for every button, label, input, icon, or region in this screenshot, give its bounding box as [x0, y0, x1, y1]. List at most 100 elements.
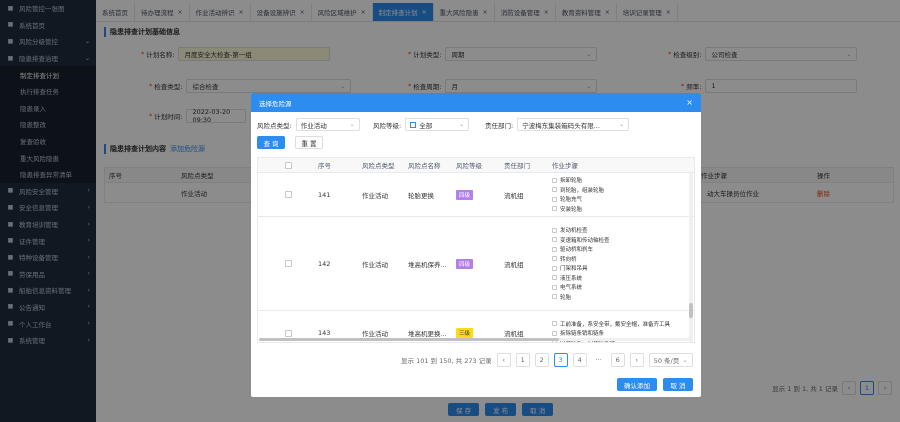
checkbox[interactable] — [552, 275, 557, 281]
page-size-select[interactable]: 50 条/页 ⌄ — [648, 353, 693, 367]
confirm-add-button[interactable]: 确认添加 — [617, 378, 657, 391]
table-row[interactable]: 142 作业活动 堆高机保养... 四级 流机组 发动机检查 变速箱和传动轴检查 驱动桥和刹车… — [258, 217, 694, 311]
step-item[interactable]: 变速箱和传动轴检查 — [552, 235, 694, 245]
page-button[interactable]: 1 — [515, 353, 530, 367]
checkbox[interactable] — [284, 161, 292, 169]
checkbox[interactable] — [552, 330, 557, 336]
filter-type: 风险点类型: 作业活动 ⌄ — [257, 118, 360, 131]
scroll-thumb[interactable] — [259, 338, 559, 341]
row-checkbox[interactable] — [258, 260, 318, 267]
cell-type: 作业活动 — [362, 330, 388, 338]
checkbox[interactable] — [552, 187, 557, 193]
cell-name: 轮胎更换 — [408, 191, 434, 200]
cell-steps: 发动机检查 变速箱和传动轴检查 驱动桥和刹车 转向桥门架和吊具液压系统电气系统 轮胎 — [552, 226, 694, 302]
row-checkbox[interactable] — [258, 191, 318, 198]
page-size-value: 50 条/页 — [653, 357, 680, 365]
checkbox[interactable] — [284, 329, 292, 337]
scroll-thumb[interactable] — [689, 303, 693, 318]
checkbox[interactable] — [284, 260, 292, 267]
col-header-steps: 作业步骤 — [552, 162, 578, 170]
checkbox[interactable] — [552, 177, 557, 183]
cell-level: 三级 — [456, 328, 504, 338]
page-button[interactable]: 3 — [553, 353, 568, 367]
level-badge: 四级 — [456, 189, 474, 200]
modal-pager: 显示 101 到 150, 共 273 记录 ‹ 1 2 3 4 ··· 6 › 50 条… — [401, 353, 693, 367]
hazard-table: 序号 风险点类型 风险点名称 风险等级 责任部门 作业步骤 141 作业活动 轮胎更… — [257, 157, 695, 343]
checkbox[interactable] — [284, 191, 292, 198]
step-label: 拆除链条销和链条 — [560, 331, 605, 337]
chevron-down-icon: ⌄ — [459, 121, 465, 128]
step-item[interactable]: 工前准备，系安全带，戴安全帽，准备齐工具 — [552, 319, 694, 329]
step-item[interactable]: 到轮胎，组装轮胎 — [552, 185, 694, 195]
chevron-down-icon: ⌄ — [619, 121, 625, 128]
page-button[interactable]: ··· — [591, 353, 606, 367]
cell-steps: 拆卸轮胎 到轮胎，组装轮胎 轮胎充气 安装轮胎 — [552, 176, 694, 214]
select-all-checkbox[interactable] — [258, 161, 318, 169]
step-label: 液压系统 — [560, 275, 583, 282]
cell-dept: 流机组 — [504, 260, 524, 269]
table-row[interactable]: 141 作业活动 轮胎更换 四级 流机组 拆卸轮胎 到轮胎，组装轮胎 轮胎充气 安装轮胎 — [258, 173, 694, 217]
col-header-no: 序号 — [318, 162, 331, 170]
step-label: 拆卸轮胎 — [560, 178, 583, 185]
filter-dept-select[interactable]: 宁波梅东集装箱码头有限... ⌄ — [517, 118, 630, 131]
checkbox[interactable] — [552, 246, 557, 252]
step-label: 发动机检查 — [560, 228, 588, 235]
checkbox[interactable] — [552, 256, 557, 262]
prev-page-button[interactable]: ‹ — [496, 353, 511, 367]
filter-dept-label: 责任部门: — [485, 121, 514, 130]
filter-type-value: 作业活动 — [300, 121, 327, 130]
chevron-down-icon: ⌄ — [349, 121, 355, 128]
checkbox[interactable] — [552, 196, 557, 202]
step-label: 门架和吊具 — [560, 266, 588, 273]
step-item[interactable]: 电气系统 — [552, 283, 694, 293]
cell-dept: 流机组 — [504, 330, 524, 338]
checkbox[interactable] — [552, 237, 557, 243]
cell-type: 作业活动 — [362, 191, 388, 200]
row-checkbox[interactable] — [258, 329, 318, 337]
checkbox[interactable] — [552, 321, 557, 326]
page-button[interactable]: 4 — [572, 353, 587, 367]
filter-type-select[interactable]: 作业活动 ⌄ — [295, 118, 360, 131]
checkbox[interactable] — [552, 294, 557, 300]
filter-level-value: 全部 — [419, 121, 433, 130]
page-button[interactable]: 6 — [610, 353, 625, 367]
hazard-table-header: 序号 风险点类型 风险点名称 风险等级 责任部门 作业步骤 — [258, 158, 694, 173]
hazard-table-body: 141 作业活动 轮胎更换 四级 流机组 拆卸轮胎 到轮胎，组装轮胎 轮胎充气 安装轮胎 142 作… — [258, 173, 694, 342]
step-item[interactable]: 液压系统 — [552, 273, 694, 283]
reset-button[interactable]: 重 置 — [295, 136, 323, 149]
modal-title: 选择危险源 — [259, 99, 292, 108]
level-badge: 三级 — [456, 328, 474, 338]
cell-dept: 流机组 — [504, 191, 524, 200]
page-button[interactable]: 2 — [534, 353, 549, 367]
step-item[interactable]: 轮胎 — [552, 292, 694, 302]
step-item[interactable]: 驱动桥和刹车 — [552, 245, 694, 255]
checkbox[interactable] — [552, 284, 557, 290]
query-button[interactable]: 查 询 — [257, 136, 285, 149]
filter-dept-value: 宁波梅东集装箱码头有限... — [522, 121, 600, 130]
checkbox[interactable] — [552, 227, 557, 233]
cell-no: 142 — [318, 259, 331, 268]
select-hazard-modal: 选择危险源 × 风险点类型: 作业活动 ⌄ 风险等级: 全部 ⌄ 责任部门: 宁波梅… — [251, 93, 701, 397]
col-header-name: 风险点名称 — [408, 162, 441, 170]
checkbox[interactable] — [552, 206, 557, 212]
step-item[interactable]: 拆除链条销和链条 — [552, 328, 694, 338]
step-item[interactable]: 拆卸轮胎 — [552, 176, 694, 186]
step-label: 电气系统 — [560, 285, 583, 292]
step-item[interactable]: 转向桥 — [552, 254, 694, 264]
filter-level-select[interactable]: 全部 ⌄ — [405, 118, 470, 131]
close-icon[interactable]: × — [686, 98, 693, 107]
vertical-scrollbar[interactable] — [689, 173, 693, 342]
step-item[interactable]: 门架和吊具 — [552, 264, 694, 274]
chevron-down-icon: ⌄ — [682, 356, 688, 364]
cell-type: 作业活动 — [362, 260, 388, 269]
modal-cancel-button[interactable]: 取 消 — [663, 378, 693, 391]
step-item[interactable]: 安装轮胎 — [552, 204, 694, 214]
step-item[interactable]: 发动机检查 — [552, 226, 694, 236]
step-item[interactable]: 轮胎充气 — [552, 195, 694, 205]
step-label: 安装轮胎 — [560, 206, 583, 213]
filter-level-label: 风险等级: — [373, 121, 402, 130]
next-page-button[interactable]: › — [629, 353, 644, 367]
pager-summary: 显示 101 到 150, 共 273 记录 — [401, 357, 492, 365]
checkbox[interactable] — [552, 265, 557, 271]
horizontal-scrollbar[interactable] — [259, 338, 689, 341]
